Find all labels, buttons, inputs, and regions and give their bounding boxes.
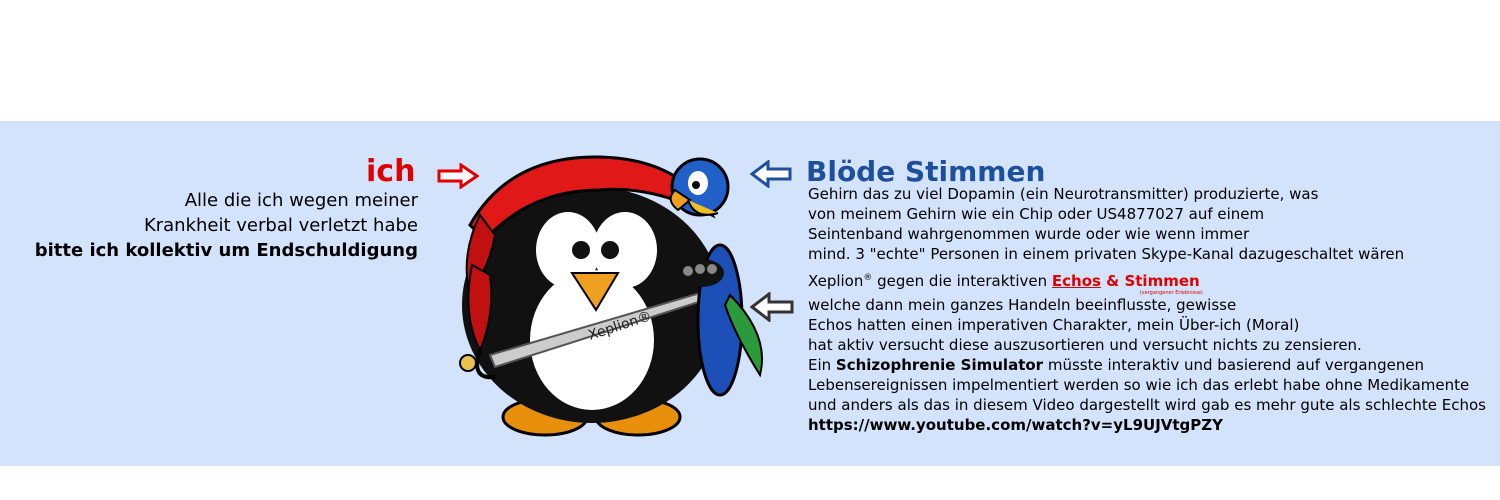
simulator-rest: müsste interaktiv und basierend auf verg… bbox=[1043, 356, 1425, 374]
apology-line-1: Alle die ich wegen meiner bbox=[184, 190, 418, 211]
simulator-line: Ein Schizophrenie Simulator müsste inter… bbox=[808, 355, 1486, 375]
apology-text: Alle die ich wegen meiner Krankheit verb… bbox=[35, 188, 418, 263]
ein-text: Ein bbox=[808, 356, 836, 374]
p1-line: von meinem Gehirn wie ein Chip oder US48… bbox=[808, 205, 1265, 223]
pirate-penguin-illustration: Xeplion® bbox=[459, 155, 763, 437]
p1-line: Gehirn das zu viel Dopamin (ein Neurotra… bbox=[808, 185, 1319, 203]
p1-line: mind. 3 "echte" Personen in einem privat… bbox=[808, 245, 1405, 263]
p2-line: welche dann mein ganzes Handeln beeinflu… bbox=[808, 296, 1237, 314]
xeplion-intro: gegen die interaktiven bbox=[872, 272, 1052, 290]
p3-line: und anders als das in diesem Video darge… bbox=[808, 396, 1486, 414]
dark-arrow-icon bbox=[750, 292, 794, 322]
paragraph-dopamin: Gehirn das zu viel Dopamin (ein Neurotra… bbox=[808, 184, 1404, 264]
stimmen-text: & Stimmen bbox=[1100, 272, 1200, 290]
p1-line: Seintenband wahrgenommen wurde oder wie … bbox=[808, 225, 1250, 243]
youtube-url[interactable]: https://www.youtube.com/watch?v=yL9UJVtg… bbox=[808, 415, 1486, 435]
p2-line: hat aktiv versucht diese auszusortieren … bbox=[808, 336, 1362, 354]
xeplion-line: Xeplion® gegen die interaktiven Echos & … bbox=[808, 268, 1486, 296]
blue-arrow-icon bbox=[750, 160, 792, 188]
tiny-note: (vergangener Erlebnisse) bbox=[1139, 290, 1203, 296]
apology-line-2: Krankheit verbal verletzt habe bbox=[143, 215, 418, 236]
echos-link[interactable]: Echos bbox=[1052, 272, 1101, 290]
paragraph-xeplion: Xeplion® gegen die interaktiven Echos & … bbox=[808, 268, 1486, 435]
p2-line: Echos hatten einen imperativen Charakter… bbox=[808, 316, 1300, 334]
ich-title: ich bbox=[366, 154, 416, 189]
p3-line: Lebensereignissen impelmentiert werden s… bbox=[808, 376, 1470, 394]
xeplion-text: Xeplion bbox=[808, 272, 864, 290]
schizophrenie-simulator: Schizophrenie Simulator bbox=[835, 356, 1044, 374]
apology-line-3: bitte ich kollektiv um Endschuldigung bbox=[34, 240, 418, 261]
